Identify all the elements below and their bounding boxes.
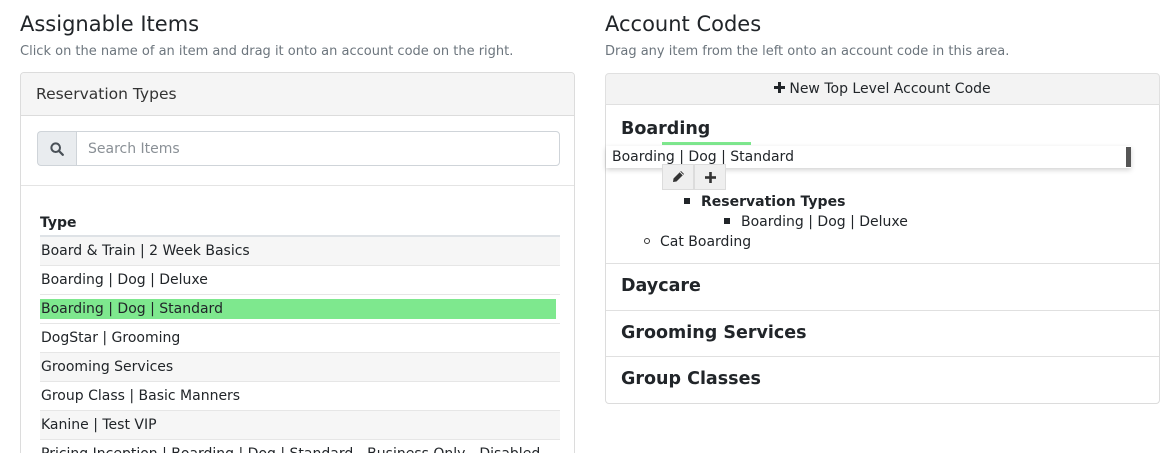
account-code-boarding[interactable]: Boarding Boarding | Dog | Standard Reser… (606, 105, 1159, 264)
circle-bullet-icon (644, 238, 650, 244)
account-code-daycare[interactable]: Daycare (606, 264, 1159, 311)
search-icon (37, 131, 76, 166)
plus-icon (704, 168, 716, 187)
table-row[interactable]: Board & Train | 2 Week Basics (40, 236, 560, 266)
table-row[interactable]: Group Class | Basic Manners (40, 381, 560, 411)
drag-ghost-label: Boarding | Dog | Standard (612, 149, 794, 165)
assigned-item-label[interactable]: Boarding | Dog | Deluxe (741, 214, 908, 230)
row-label[interactable]: Kanine | Test VIP (40, 410, 560, 440)
type-column-header: Type (40, 209, 560, 237)
child-account-code-label[interactable]: Cat Boarding (660, 234, 751, 250)
assigned-group: Reservation Types (684, 194, 845, 210)
row-label[interactable]: Pricing Inception | Boarding | Dog | Sta… (40, 439, 560, 453)
table-row[interactable]: DogStar | Grooming (40, 323, 560, 353)
assignable-items-subtitle: Click on the name of an item and drag it… (20, 44, 514, 59)
add-child-account-code-button[interactable] (694, 164, 726, 190)
assigned-item[interactable]: Boarding | Dog | Deluxe (724, 214, 908, 230)
account-code-title[interactable]: Boarding (621, 119, 710, 139)
square-bullet-icon (684, 198, 690, 204)
page: Assignable Items Click on the name of an… (0, 0, 1175, 453)
account-code-grooming-services[interactable]: Grooming Services (606, 311, 1159, 357)
assigned-group-label: Reservation Types (701, 194, 846, 210)
row-label[interactable]: DogStar | Grooming (40, 323, 560, 353)
row-label-selected[interactable]: Boarding | Dog | Standard (40, 294, 560, 324)
table-row[interactable]: Grooming Services (40, 352, 560, 382)
plus-icon (774, 81, 786, 97)
row-label[interactable]: Board & Train | 2 Week Basics (40, 236, 560, 266)
account-codes-title: Account Codes (605, 12, 762, 36)
square-bullet-icon (724, 218, 730, 224)
reservation-types-header: Reservation Types (21, 73, 574, 116)
account-code-group-classes[interactable]: Group Classes (606, 357, 1159, 403)
drop-indicator (662, 142, 751, 145)
table-row[interactable]: Kanine | Test VIP (40, 410, 560, 440)
table-row-selected[interactable]: Boarding | Dog | Standard (40, 294, 560, 324)
table-row[interactable]: Pricing Inception | Boarding | Dog | Sta… (40, 439, 560, 453)
account-codes-drop-area[interactable]: Boarding Boarding | Dog | Standard Reser… (605, 105, 1160, 404)
search-group (37, 131, 560, 166)
child-account-code[interactable]: Cat Boarding (644, 234, 751, 250)
assignable-items-title: Assignable Items (20, 12, 200, 36)
row-label[interactable]: Boarding | Dog | Deluxe (40, 265, 560, 295)
new-top-level-account-code-button[interactable]: New Top Level Account Code (605, 73, 1160, 105)
row-label[interactable]: Group Class | Basic Manners (40, 381, 560, 411)
card-divider (21, 185, 574, 186)
selected-highlight[interactable]: Boarding | Dog | Standard (40, 298, 556, 319)
reservation-types-card: Reservation Types Type (20, 72, 575, 453)
drag-handle (1126, 147, 1131, 167)
account-code-title[interactable]: Group Classes (621, 369, 761, 389)
row-label[interactable]: Grooming Services (40, 352, 560, 382)
account-code-title[interactable]: Daycare (621, 276, 701, 296)
account-code-title[interactable]: Grooming Services (621, 323, 807, 343)
edit-account-code-button[interactable] (662, 164, 694, 190)
table-row[interactable]: Boarding | Dog | Deluxe (40, 265, 560, 295)
search-input[interactable] (76, 131, 560, 166)
pencil-icon (672, 168, 685, 187)
new-code-label: New Top Level Account Code (789, 81, 991, 97)
account-codes-subtitle: Drag any item from the left onto an acco… (605, 44, 1010, 59)
reservation-types-table: Type Board & Train | 2 Week Basics Board… (40, 209, 560, 453)
